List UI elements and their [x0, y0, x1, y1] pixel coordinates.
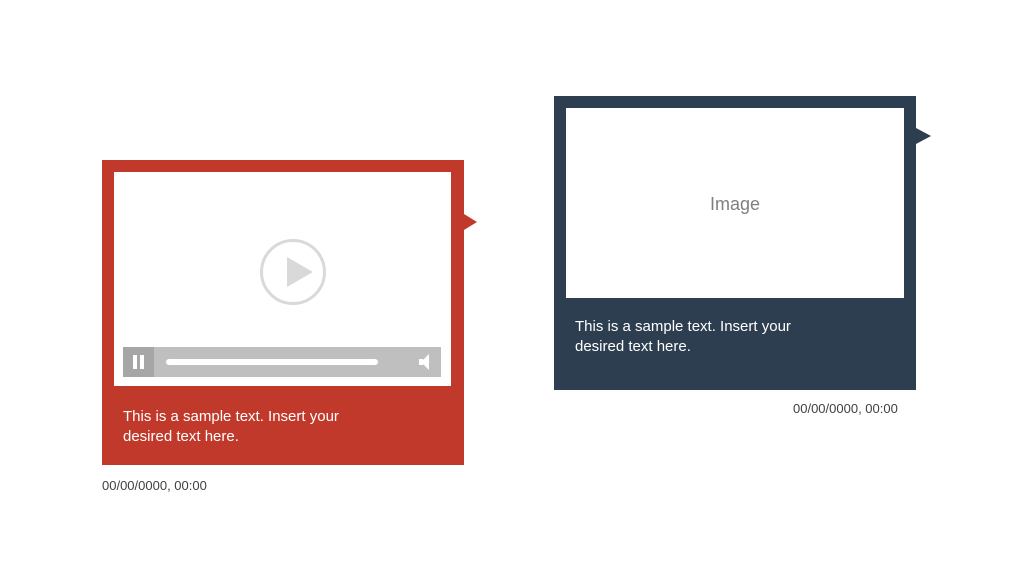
volume-icon[interactable] — [419, 354, 431, 370]
video-timestamp: 00/00/0000, 00:00 — [102, 478, 207, 493]
video-player[interactable] — [114, 172, 451, 386]
caption-line: This is a sample text. Insert your — [575, 318, 791, 335]
video-caption: This is a sample text. Insert your desir… — [123, 407, 413, 447]
progress-bar[interactable] — [166, 359, 378, 365]
callout-pointer — [916, 128, 931, 144]
pause-icon — [140, 355, 144, 369]
pause-icon — [133, 355, 137, 369]
pause-button[interactable] — [123, 347, 154, 377]
caption-line: desired text here. — [575, 338, 691, 355]
image-timestamp: 00/00/0000, 00:00 — [793, 401, 898, 416]
play-icon[interactable] — [260, 239, 326, 305]
image-caption: This is a sample text. Insert your desir… — [575, 317, 865, 357]
image-post-card: Image This is a sample text. Insert your… — [554, 96, 931, 390]
caption-line: desired text here. — [123, 428, 239, 445]
speaker-cone — [421, 354, 429, 370]
callout-pointer — [464, 214, 477, 230]
caption-line: This is a sample text. Insert your — [123, 408, 339, 425]
video-controls — [123, 347, 441, 377]
image-placeholder: Image — [566, 108, 904, 298]
play-triangle — [287, 257, 313, 287]
video-post-card: This is a sample text. Insert your desir… — [102, 160, 477, 465]
image-label: Image — [709, 194, 761, 214]
